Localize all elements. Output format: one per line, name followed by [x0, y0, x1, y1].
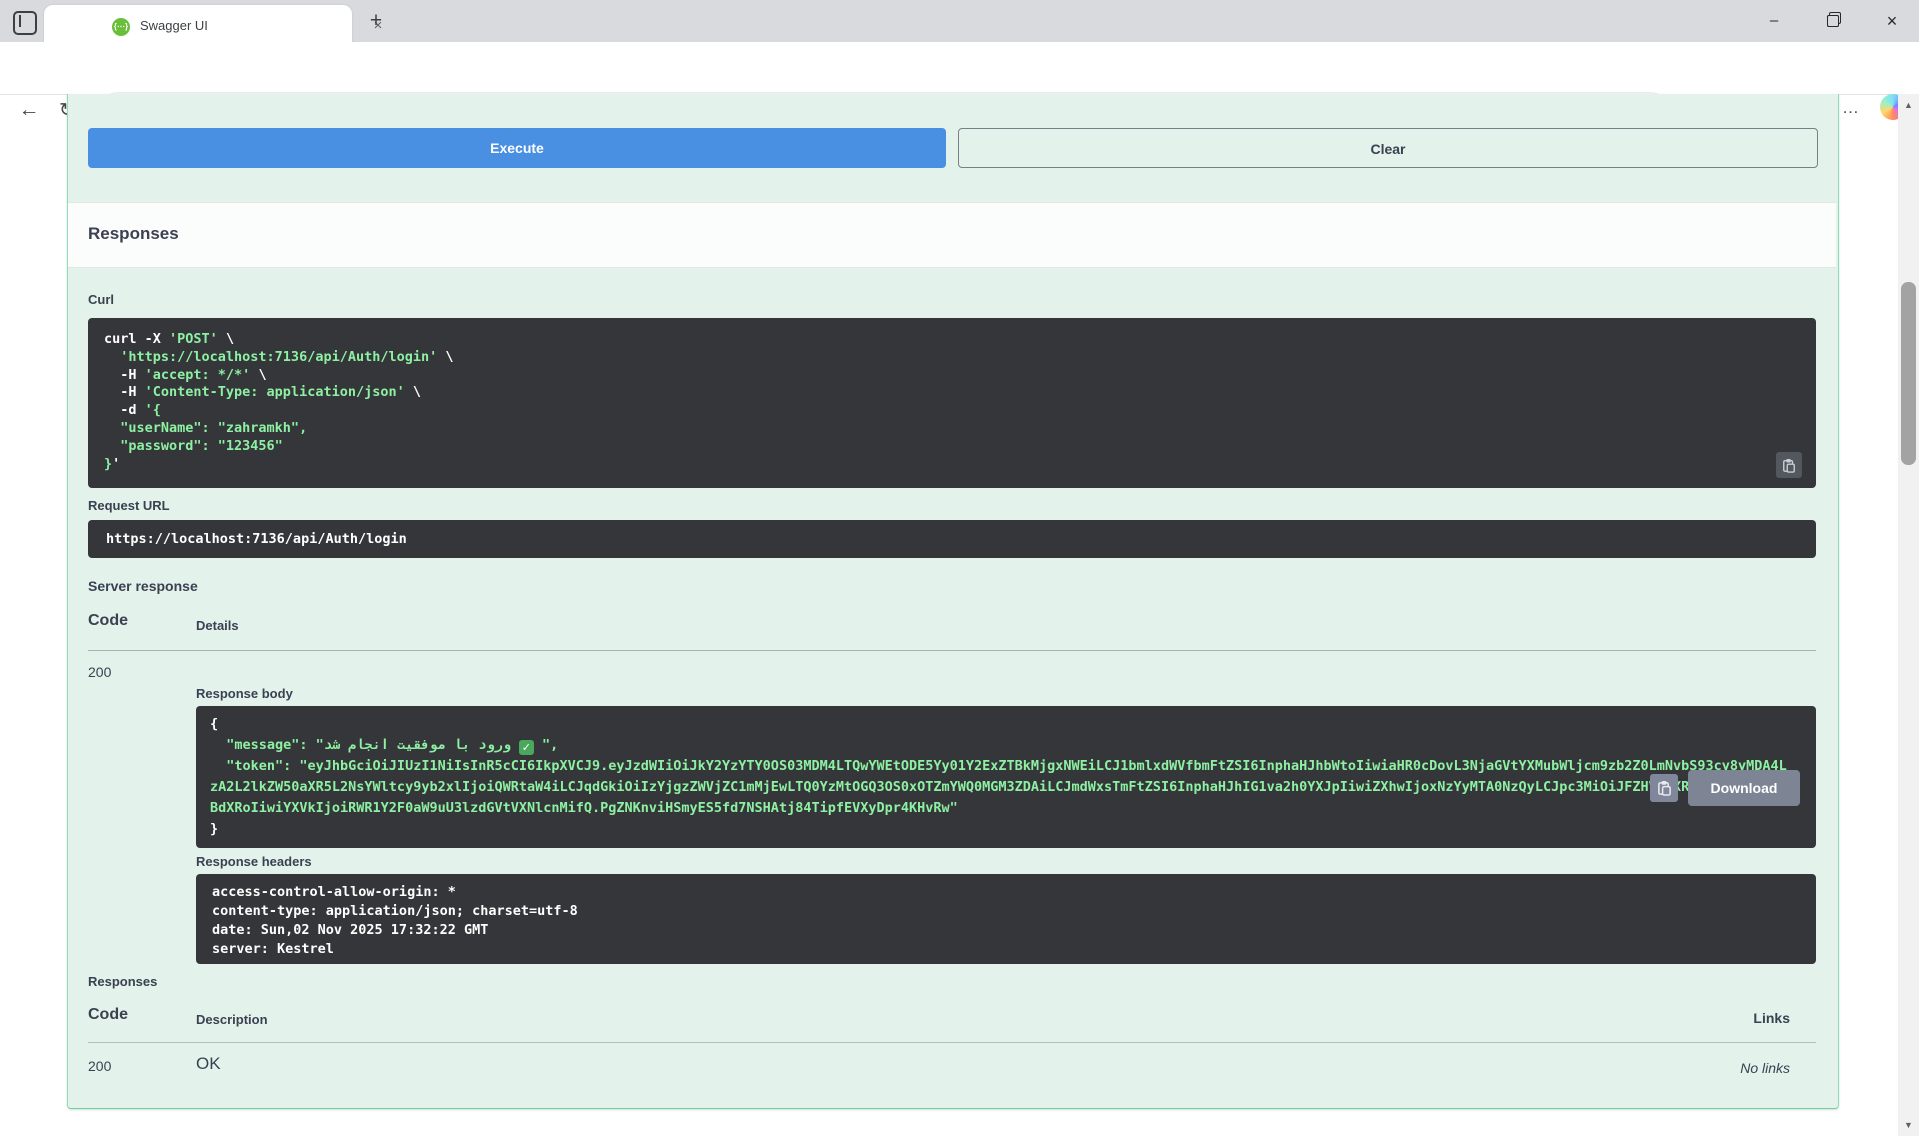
response-headers-label: Response headers [196, 854, 312, 869]
curl-label: Curl [88, 292, 114, 307]
restore-icon [1827, 15, 1839, 27]
back-button[interactable]: ← [14, 96, 44, 126]
window-close-button[interactable]: × [1869, 0, 1915, 42]
download-button[interactable]: Download [1688, 770, 1800, 806]
table-divider [88, 650, 1816, 651]
execute-button[interactable]: Execute [88, 128, 946, 168]
response-headers-block: access-control-allow-origin: * content-t… [196, 874, 1816, 964]
curl-command: curl -X 'POST' \ 'https://localhost:7136… [88, 318, 1816, 486]
browser-tab[interactable]: {⋯} Swagger UI × [44, 5, 352, 42]
page-scrollbar[interactable] [1898, 94, 1919, 1136]
table-row-code: 200 [88, 1058, 111, 1074]
request-url-bar: https://localhost:7136/api/Auth/login [88, 520, 1816, 558]
table-row-description: OK [196, 1054, 221, 1074]
clipboard-icon [1657, 780, 1672, 796]
code-column-header: Code [88, 1006, 128, 1024]
tab-tile-icon[interactable] [13, 11, 37, 35]
table-row-links: No links [1740, 1060, 1790, 1076]
links-column-header: Links [1753, 1010, 1790, 1026]
responses-header-band: Responses [68, 202, 1836, 268]
scrollbar-thumb[interactable] [1901, 282, 1916, 465]
details-column-header: Details [196, 618, 239, 633]
server-response-title: Server response [88, 578, 198, 594]
tab-title: Swagger UI [140, 18, 208, 33]
status-code: 200 [88, 664, 111, 680]
table-divider [88, 1042, 1816, 1043]
curl-copy-button[interactable] [1776, 452, 1802, 478]
code-column-header: Code [88, 612, 128, 630]
response-headers-text: access-control-allow-origin: * content-t… [196, 874, 1816, 968]
browser-toolbar: ← ↻ https://localhost:7136/swagger/index… [0, 42, 1919, 95]
description-column-header: Description [196, 1012, 268, 1027]
clipboard-icon [1782, 458, 1796, 473]
response-body-copy-button[interactable] [1650, 774, 1678, 802]
swagger-favicon-icon: {⋯} [112, 18, 130, 36]
curl-code-block: curl -X 'POST' \ 'https://localhost:7136… [88, 318, 1816, 488]
scrollbar-up-arrow[interactable]: ▲ [1898, 96, 1919, 114]
window-minimize-button[interactable]: – [1751, 0, 1797, 42]
window-restore-button[interactable] [1810, 0, 1856, 42]
settings-menu-icon[interactable]: … [1838, 96, 1864, 124]
response-body-block: { "message": "ورود با موفقیت انجام شد ✓ … [196, 706, 1816, 848]
browser-titlebar: {⋯} Swagger UI × + – × [0, 0, 1919, 42]
response-body-label: Response body [196, 686, 293, 701]
responses-section-title: Responses [88, 224, 179, 244]
scrollbar-down-arrow[interactable]: ▼ [1898, 1116, 1919, 1134]
clear-button[interactable]: Clear [958, 128, 1818, 168]
request-url-value: https://localhost:7136/api/Auth/login [106, 531, 407, 547]
responses-table-title: Responses [88, 974, 157, 989]
new-tab-button[interactable]: + [363, 8, 389, 34]
response-body-json: { "message": "ورود با موفقیت انجام شد ✓ … [196, 706, 1816, 848]
request-url-label: Request URL [88, 498, 170, 513]
